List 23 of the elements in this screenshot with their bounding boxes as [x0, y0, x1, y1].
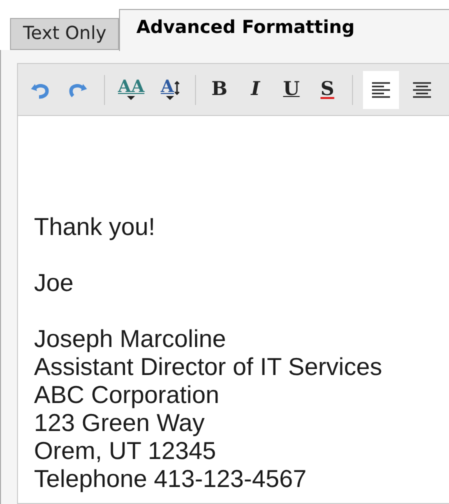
caret-icon [166, 96, 174, 100]
italic-button[interactable]: I [242, 70, 268, 108]
bold-button[interactable]: B [206, 70, 232, 108]
font-size-button[interactable]: AA [115, 70, 148, 108]
align-center-icon [413, 80, 432, 98]
updown-arrow-icon [174, 80, 180, 94]
body-text-line: Orem, UT 12345 [34, 438, 218, 466]
body-text-line: Joseph Marcoline [34, 326, 228, 354]
body-text-line: Telephone 413-123-4567 [34, 466, 308, 494]
line-height-button[interactable]: A [157, 70, 184, 108]
tab[interactable]: Advanced Formatting [119, 9, 449, 51]
tab[interactable]: Text Only [10, 18, 120, 50]
body-text-line: 123 Green Way [34, 410, 206, 438]
caret-icon [127, 96, 136, 100]
body-text-line: Assistant Director of IT Services [34, 354, 384, 382]
strike-button[interactable]: S [314, 70, 340, 108]
body-text-line: Joe [34, 270, 75, 298]
editor-area[interactable]: AA A B I U S Thank you! Joe Joseph Marcoline Assistant Director of IT Services ABC Corporation 123 Green Way Orem, UT 12345 Telephone 413-123-4567 [17, 63, 449, 504]
body-text-line: Thank you! [34, 214, 156, 242]
body-text-line: ABC Corporation [34, 382, 220, 410]
align-left-button[interactable] [363, 70, 400, 108]
align-left-icon [372, 80, 390, 98]
underline-button[interactable]: U [278, 70, 304, 108]
